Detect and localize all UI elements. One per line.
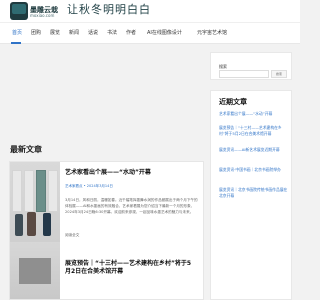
nav-item-metaverse[interactable]: 元宇宙艺术馆 [197, 29, 227, 37]
site-header: 墨雕云栽 moxiao.com 让秋冬明明白白 [0, 0, 300, 22]
article-image [19, 258, 51, 284]
logo-mark-icon [12, 4, 26, 14]
article-title[interactable]: 展览预告｜“十三村——艺术建构在乡村”将于5月2日在合美术馆开幕 [65, 260, 195, 276]
nav-item-exhibitions[interactable]: 展览 [50, 29, 60, 37]
read-more-link[interactable]: 阅读全文 [65, 233, 79, 238]
recent-articles-widget: 近期文章 艺术家看出个展——“水动”开幕 展览预告｜“十三村——艺术建构在乡村”… [210, 90, 292, 300]
latest-articles-title: 最新文章 [10, 145, 42, 154]
nav-item-calligraphy[interactable]: 书法 [107, 29, 117, 37]
gallery-panel-image [24, 170, 34, 212]
article-thumbnail[interactable] [10, 162, 60, 242]
nav-item-groupbuy[interactable]: 团购 [31, 29, 41, 37]
nav-item-talk[interactable]: 话说 [88, 29, 98, 37]
article-card: 艺术家看出个展——“水动”开幕 艺术家看点 • 2024年3月14日 3月14日… [9, 161, 204, 300]
sidebar: 搜索 搜索 近期文章 艺术家看出个展——“水动”开幕 展览预告｜“十三村——艺术… [210, 52, 292, 300]
search-label: 搜索 [219, 64, 227, 69]
article-excerpt: 3月14日，风和日丽，温暖如春。近千幅笔挥墨舞水润的作品都展出于两个月下午的体验… [65, 198, 198, 214]
nav-item-home[interactable]: 首页 [12, 29, 22, 37]
gallery-panel-image [12, 170, 22, 212]
article-meta-text: 艺术家看点 • 2024年3月14日 [65, 184, 113, 188]
main-navigation: 首页 团购 展览 新闻 话说 书法 作者 AI在线图像设计 元宇宙艺术馆 [0, 22, 300, 44]
nav-item-news[interactable]: 新闻 [69, 29, 79, 37]
recent-article-link[interactable]: 展览资讯｜北京书画院传统书画作品展在北京开幕 [219, 187, 288, 199]
active-nav-indicator [11, 42, 21, 44]
search-input[interactable] [219, 70, 269, 78]
recent-articles-title: 近期文章 [219, 98, 247, 106]
site-logo[interactable] [10, 2, 28, 20]
article-title[interactable]: 艺术家看出个展——“水动”开幕 [65, 169, 151, 177]
recent-article-link[interactable]: 展览资讯——AI新艺术展览近期开幕 [219, 147, 288, 153]
visitor-figure [15, 214, 23, 236]
gallery-panel-image [48, 170, 58, 212]
gallery-panel-image [36, 170, 46, 212]
recent-article-link[interactable]: 艺术家看出个展——“水动”开幕 [219, 111, 288, 117]
visitor-figure [27, 212, 36, 236]
site-slogan: 让秋冬明明白白 [67, 3, 151, 16]
recent-article-link[interactable]: 展览预告｜“十三村——艺术建构在乡村”将于5月2日在合美术馆开幕 [219, 125, 288, 137]
nav-item-ai-design[interactable]: AI在线图像设计 [147, 29, 182, 37]
article-meta: 艺术家看点 • 2024年3月14日 [65, 184, 113, 189]
nav-item-authors[interactable]: 作者 [126, 29, 136, 37]
visitor-figure [43, 213, 51, 236]
recent-article-link[interactable]: 展览资讯·中国书画｜北京书画院举办 [219, 167, 288, 173]
search-widget: 搜索 搜索 [210, 52, 292, 80]
logo-subtitle: moxiao.com [30, 13, 55, 18]
search-button[interactable]: 搜索 [271, 70, 287, 78]
article-thumbnail[interactable] [10, 242, 60, 299]
